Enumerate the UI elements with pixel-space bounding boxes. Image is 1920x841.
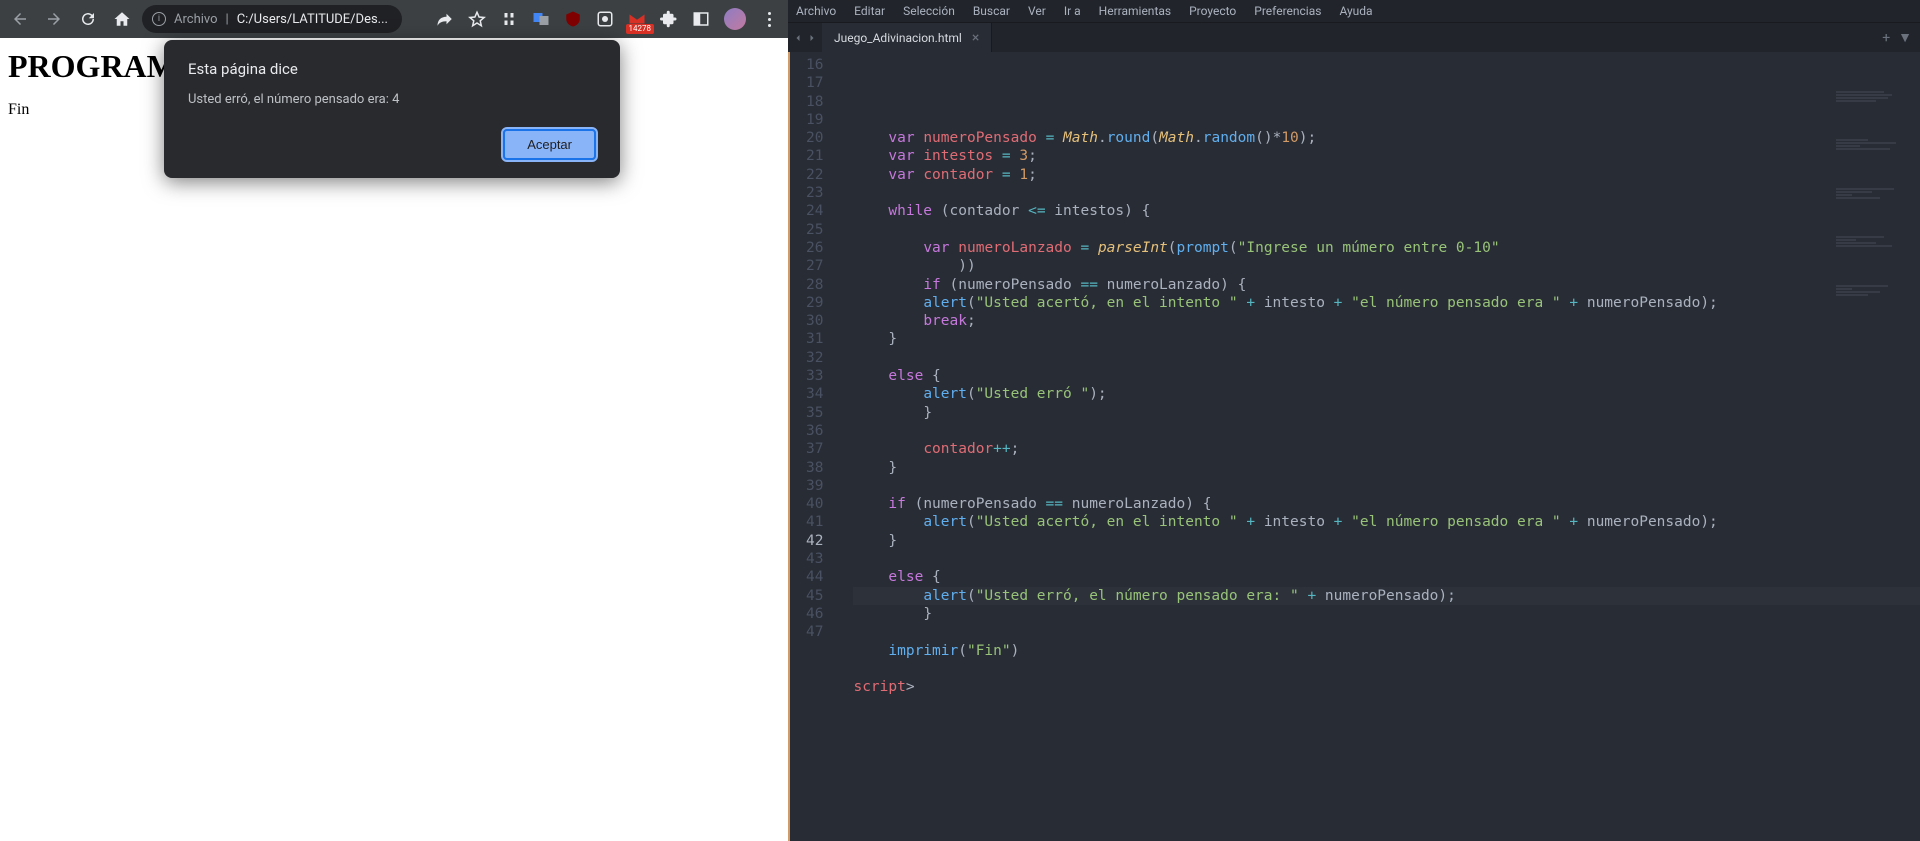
address-bar[interactable]: i Archivo | C:/Users/LATITUDE/Des... bbox=[142, 5, 402, 33]
menu-herramientas[interactable]: Herramientas bbox=[1099, 4, 1171, 18]
browser-toolbar: i Archivo | C:/Users/LATITUDE/Des... 142… bbox=[0, 0, 788, 38]
ext-icon-2[interactable] bbox=[596, 10, 614, 28]
editor-window: Archivo Editar Selección Buscar Ver Ir a… bbox=[788, 0, 1920, 841]
tab-nav bbox=[788, 32, 822, 44]
browser-window: i Archivo | C:/Users/LATITUDE/Des... 142… bbox=[0, 0, 788, 841]
editor-menubar: Archivo Editar Selección Buscar Ver Ir a… bbox=[788, 0, 1920, 22]
share-icon[interactable] bbox=[436, 10, 454, 28]
tab-filename: Juego_Adivinacion.html bbox=[834, 31, 962, 45]
chrome-menu[interactable] bbox=[760, 10, 778, 28]
ext-icon-1[interactable] bbox=[500, 10, 518, 28]
forward-button[interactable] bbox=[40, 5, 68, 33]
translate-icon[interactable] bbox=[532, 10, 550, 28]
ublock-icon[interactable] bbox=[564, 10, 582, 28]
tab-nav-left-icon[interactable] bbox=[792, 32, 804, 44]
tab-close-icon[interactable]: × bbox=[972, 30, 979, 46]
menu-buscar[interactable]: Buscar bbox=[973, 4, 1010, 18]
minimap[interactable] bbox=[1836, 54, 1916, 234]
gmail-badge: 14278 bbox=[626, 24, 654, 34]
dialog-message: Usted erró, el número pensado era: 4 bbox=[188, 92, 596, 107]
home-button[interactable] bbox=[108, 5, 136, 33]
url-scheme: Archivo bbox=[174, 12, 218, 27]
tab-dropdown-icon[interactable]: ▼ bbox=[1898, 29, 1912, 46]
profile-avatar[interactable] bbox=[724, 8, 746, 30]
new-tab-icon[interactable]: + bbox=[1882, 30, 1890, 46]
gmail-icon[interactable]: 14278 bbox=[628, 10, 646, 28]
editor-tab-active[interactable]: Juego_Adivinacion.html × bbox=[822, 23, 992, 53]
reload-button[interactable] bbox=[74, 5, 102, 33]
editor-tab-row: Juego_Adivinacion.html × + ▼ bbox=[788, 22, 1920, 52]
url-path: C:/Users/LATITUDE/Des... bbox=[237, 12, 388, 27]
star-icon[interactable] bbox=[468, 10, 486, 28]
extensions-icon[interactable] bbox=[660, 10, 678, 28]
js-alert-dialog: Esta página dice Usted erró, el número p… bbox=[164, 40, 620, 178]
menu-ayuda[interactable]: Ayuda bbox=[1339, 4, 1372, 18]
dialog-accept-button[interactable]: Aceptar bbox=[503, 129, 596, 160]
extension-area: 14278 bbox=[436, 8, 782, 30]
code-content[interactable]: var numeroPensado = Math.round(Math.rand… bbox=[837, 52, 1920, 841]
menu-proyecto[interactable]: Proyecto bbox=[1189, 4, 1236, 18]
dialog-title: Esta página dice bbox=[188, 60, 596, 78]
menu-ir-a[interactable]: Ir a bbox=[1064, 4, 1081, 18]
tab-nav-right-icon[interactable] bbox=[806, 32, 818, 44]
line-gutter: 1617181920212223242526272829303132333435… bbox=[788, 52, 837, 841]
panel-icon[interactable] bbox=[692, 10, 710, 28]
menu-ver[interactable]: Ver bbox=[1028, 4, 1046, 18]
menu-preferencias[interactable]: Preferencias bbox=[1254, 4, 1321, 18]
site-info-icon[interactable]: i bbox=[152, 12, 166, 26]
menu-editar[interactable]: Editar bbox=[854, 4, 885, 18]
code-area[interactable]: 1617181920212223242526272829303132333435… bbox=[788, 52, 1920, 841]
menu-archivo[interactable]: Archivo bbox=[796, 4, 836, 18]
menu-seleccion[interactable]: Selección bbox=[903, 4, 955, 18]
back-button[interactable] bbox=[6, 5, 34, 33]
